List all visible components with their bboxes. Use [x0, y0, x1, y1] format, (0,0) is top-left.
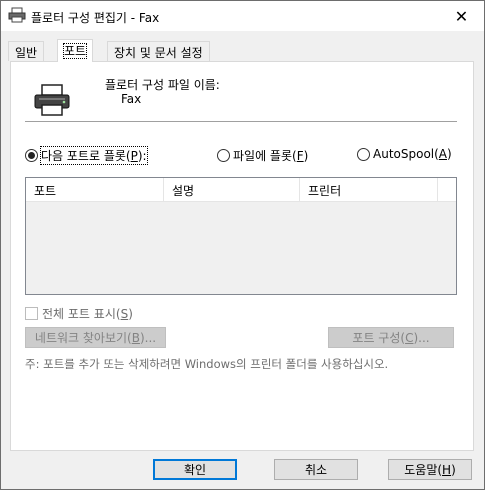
- radio-plot-to-port[interactable]: 다음 포트로 플롯(P):: [25, 146, 148, 165]
- radio-autospool[interactable]: AutoSpool(A): [357, 147, 452, 161]
- plotter-config-editor-window: 플로터 구성 편집기 - Fax ✕ 일반 포트 장치 및 문서 설정 플로터 …: [0, 0, 485, 490]
- printer-icon: [8, 7, 26, 23]
- plotter-icon: [34, 84, 70, 116]
- radio-label: 다음 포트로 플롯(P):: [40, 146, 148, 165]
- column-port[interactable]: 포트: [26, 178, 164, 202]
- column-description[interactable]: 설명: [164, 178, 300, 202]
- help-button[interactable]: 도움말(H): [388, 459, 472, 480]
- tab-label: 장치 및 문서 설정: [114, 46, 203, 60]
- tab-device-document-settings[interactable]: 장치 및 문서 설정: [107, 41, 210, 61]
- port-list-header: 포트 설명 프린터: [26, 178, 456, 202]
- column-printer[interactable]: 프린터: [300, 178, 438, 202]
- port-list[interactable]: 포트 설명 프린터: [25, 177, 457, 295]
- ports-note: 주: 포트를 추가 또는 삭제하려면 Windows의 프린터 폴더를 사용하십…: [25, 357, 389, 371]
- tab-label: 포트: [62, 43, 88, 59]
- separator: [25, 121, 457, 122]
- config-file-name: Fax: [121, 92, 142, 106]
- radio-label: AutoSpool(A): [373, 147, 452, 161]
- browse-network-button[interactable]: 네트워크 찾아보기(B)...: [25, 327, 166, 348]
- checkbox-box: [25, 307, 38, 320]
- tab-label: 일반: [15, 46, 38, 60]
- radio-label: 파일에 플롯(F): [233, 149, 309, 163]
- radio-unselected-icon: [217, 149, 230, 162]
- close-icon[interactable]: ✕: [439, 1, 484, 31]
- tab-ports[interactable]: 포트: [57, 39, 94, 62]
- radio-plot-to-file[interactable]: 파일에 플롯(F): [217, 147, 308, 164]
- ok-button[interactable]: 확인: [153, 459, 237, 480]
- config-file-label: 플로터 구성 파일 이름:: [105, 78, 220, 92]
- title-bar[interactable]: 플로터 구성 편집기 - Fax ✕: [1, 1, 484, 31]
- tab-general[interactable]: 일반: [8, 41, 45, 61]
- checkbox-label: 전체 포트 표시(S): [42, 307, 133, 321]
- radio-unselected-icon: [357, 147, 370, 161]
- radio-selected-icon: [25, 149, 38, 162]
- window-title: 플로터 구성 편집기 - Fax: [31, 11, 160, 25]
- cancel-button[interactable]: 취소: [274, 459, 358, 480]
- show-all-ports-checkbox[interactable]: 전체 포트 표시(S): [25, 305, 133, 322]
- configure-port-button[interactable]: 포트 구성(C)...: [328, 327, 454, 348]
